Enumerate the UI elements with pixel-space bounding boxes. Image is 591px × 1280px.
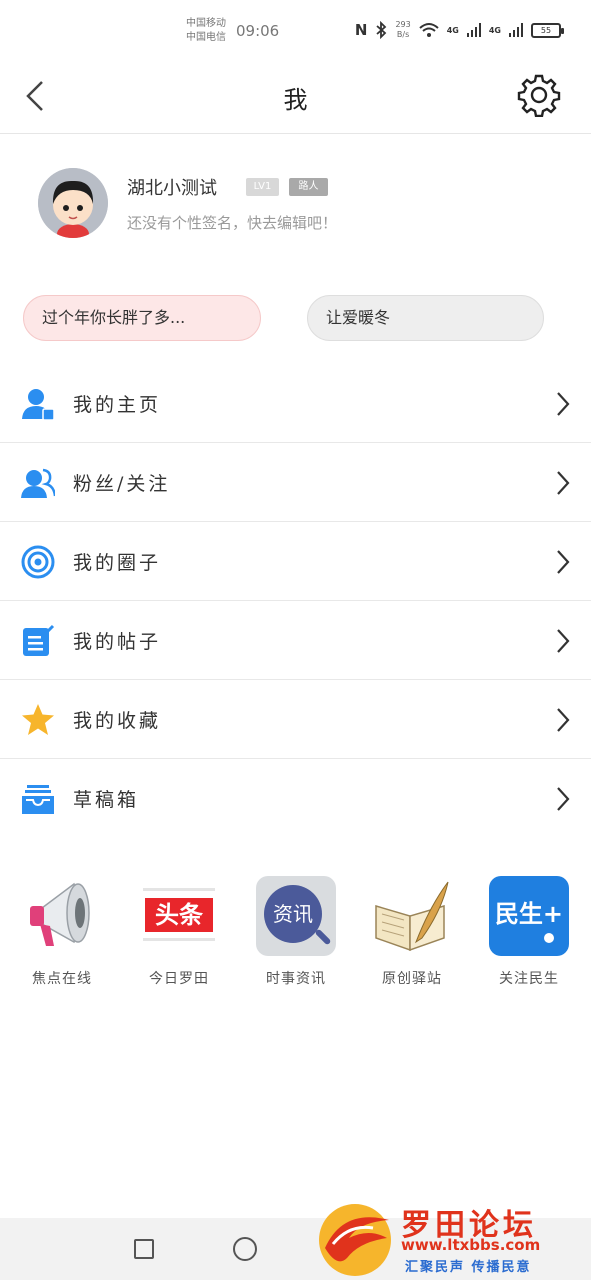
app-original-station[interactable]: 原创驿站 — [362, 876, 462, 988]
chevron-right-icon — [557, 392, 570, 416]
page-title: 我 — [283, 86, 308, 114]
post-icon — [23, 624, 55, 656]
menu-item-my-favorites[interactable]: 我的收藏 — [0, 680, 591, 759]
battery-icon: 55 — [531, 22, 564, 38]
megaphone-icon — [22, 876, 102, 956]
status-bar: 中国移动 中国电信 09:06 N 293 B/s 4G 4G 55 — [0, 0, 591, 60]
avatar-face-icon — [38, 168, 108, 238]
wifi-icon — [419, 23, 439, 37]
app-label: 关注民生 — [499, 971, 559, 987]
chevron-right-icon — [557, 708, 570, 732]
menu-item-my-posts[interactable]: 我的帖子 — [0, 601, 591, 680]
carrier-2: 中国电信 — [186, 32, 226, 43]
signal-icon-1 — [466, 23, 481, 37]
menu-label: 粉丝/关注 — [73, 473, 171, 495]
carrier-1: 中国移动 — [186, 18, 226, 29]
watermark-slogan: 汇聚民声 传播民意 — [405, 1260, 532, 1275]
network-speed: 293 B/s — [395, 20, 411, 39]
app-label: 原创驿站 — [382, 971, 442, 987]
profile-card[interactable]: 湖北小测试 LV1 路人 还没有个性签名，快去编辑吧！ — [0, 150, 591, 260]
bluetooth-icon — [376, 21, 387, 39]
recents-button[interactable] — [134, 1239, 154, 1259]
quick-apps: 焦点在线 头条 今日罗田 资讯 时事资讯 原创驿站 民生+ 关注民生 — [0, 876, 591, 996]
watermark-url: www.ltxbbs.com — [401, 1236, 541, 1254]
menu-label: 我的收藏 — [73, 710, 162, 732]
chevron-right-icon — [557, 787, 570, 811]
menu-label: 我的帖子 — [73, 631, 162, 653]
level-badge: LV1 — [246, 178, 279, 196]
drafts-icon — [22, 785, 54, 814]
signature-text[interactable]: 还没有个性签名，快去编辑吧！ — [127, 212, 337, 233]
menu-label: 我的圈子 — [73, 552, 162, 574]
fans-icon — [21, 468, 55, 498]
topic-pill-2[interactable]: 让爱暖冬 — [307, 295, 544, 341]
carrier-info: 中国移动 中国电信 — [186, 17, 226, 45]
menu-item-fans-follow[interactable]: 粉丝/关注 — [0, 443, 591, 522]
news-icon: 资讯 — [256, 876, 336, 956]
menu-item-my-homepage[interactable]: 我的主页 — [0, 364, 591, 443]
gear-icon — [517, 74, 561, 118]
app-current-news[interactable]: 资讯 时事资讯 — [246, 876, 346, 988]
network-type-2: 4G — [488, 25, 501, 35]
signal-icon-2 — [509, 23, 523, 37]
avatar[interactable] — [38, 168, 108, 238]
menu-label: 我的主页 — [73, 394, 162, 416]
book-quill-icon — [372, 876, 452, 956]
livelihood-icon: 民生+ — [489, 876, 569, 956]
app-label: 时事资讯 — [266, 971, 326, 987]
chevron-right-icon — [557, 550, 570, 574]
status-icons: N 293 B/s 4G 4G 55 — [354, 20, 564, 40]
clock: 09:06 — [236, 22, 280, 40]
network-type-1: 4G — [446, 25, 459, 35]
menu-item-drafts[interactable]: 草稿箱 — [0, 759, 591, 838]
profile-menu: 我的主页 粉丝/关注 我的圈子 我的帖子 我的收藏 草稿箱 — [0, 364, 591, 838]
chevron-right-icon — [557, 629, 570, 653]
user-icon — [22, 389, 55, 421]
app-label: 今日罗田 — [149, 971, 209, 987]
topic-pill-1[interactable]: 过个年你长胖了多... — [23, 295, 261, 341]
app-today-luotian[interactable]: 头条 今日罗田 — [129, 876, 229, 988]
role-badge: 路人 — [289, 178, 328, 196]
app-focus-online[interactable]: 焦点在线 — [12, 876, 112, 988]
app-label: 焦点在线 — [32, 971, 92, 987]
app-header: 我 — [0, 60, 591, 134]
forum-watermark: 罗田论坛 www.ltxbbs.com 汇聚民声 传播民意 — [313, 1196, 583, 1280]
headline-icon: 头条 — [139, 876, 219, 956]
chevron-right-icon — [557, 471, 570, 495]
username: 湖北小测试 — [127, 178, 217, 199]
menu-label: 草稿箱 — [73, 789, 140, 811]
home-button[interactable] — [233, 1237, 257, 1261]
menu-item-my-circles[interactable]: 我的圈子 — [0, 522, 591, 601]
app-livelihood[interactable]: 民生+ 关注民生 — [479, 876, 579, 988]
star-icon — [22, 704, 54, 735]
circle-icon — [21, 545, 55, 579]
phoenix-logo-icon — [319, 1204, 391, 1276]
settings-button[interactable] — [517, 73, 561, 118]
nfc-icon: N — [354, 21, 368, 39]
